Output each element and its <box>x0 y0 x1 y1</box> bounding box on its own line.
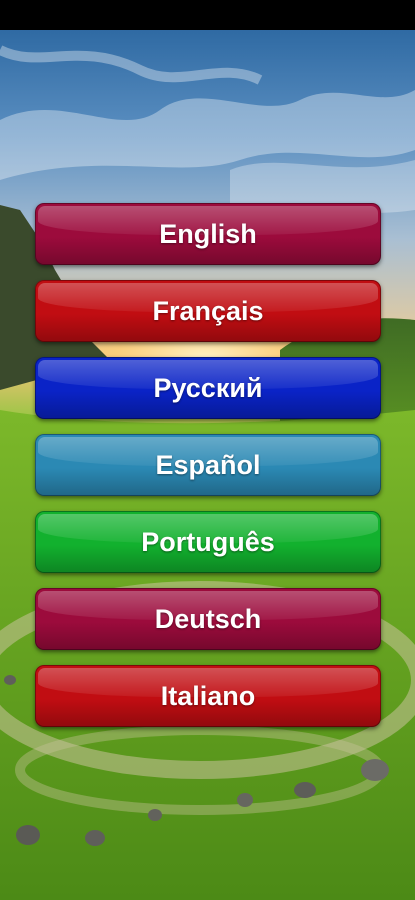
language-label: Deutsch <box>154 603 262 634</box>
language-button-english[interactable]: English <box>35 203 381 265</box>
language-label: Español <box>155 449 261 480</box>
language-button-italiano[interactable]: Italiano <box>35 665 381 727</box>
language-button-francais[interactable]: Français <box>35 280 381 342</box>
language-button-espanol[interactable]: Español <box>35 434 381 496</box>
language-label: Français <box>152 295 264 326</box>
language-button-deutsch[interactable]: Deutsch <box>35 588 381 650</box>
status-bar <box>0 0 415 30</box>
language-button-portugues[interactable]: Português <box>35 511 381 573</box>
language-button-russian[interactable]: Русский <box>35 357 381 419</box>
language-label: Italiano <box>160 680 256 711</box>
language-label: Русский <box>153 372 263 403</box>
language-list: English Français Русский Español Portugu… <box>35 203 381 742</box>
language-label: English <box>159 218 257 249</box>
language-label: Português <box>141 526 275 557</box>
